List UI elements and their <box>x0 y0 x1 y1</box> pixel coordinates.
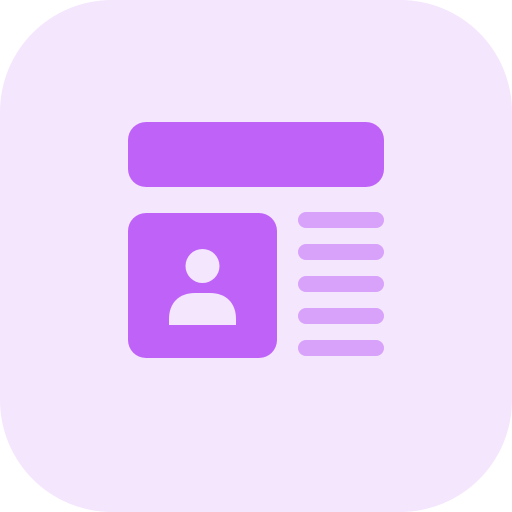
profile-card <box>128 213 277 358</box>
text-line <box>298 308 384 324</box>
text-line <box>298 244 384 260</box>
person-icon <box>169 249 236 325</box>
text-line <box>298 212 384 228</box>
header-bar <box>128 122 384 187</box>
text-line <box>298 340 384 356</box>
app-icon-tile[interactable] <box>0 0 512 512</box>
text-line <box>298 276 384 292</box>
